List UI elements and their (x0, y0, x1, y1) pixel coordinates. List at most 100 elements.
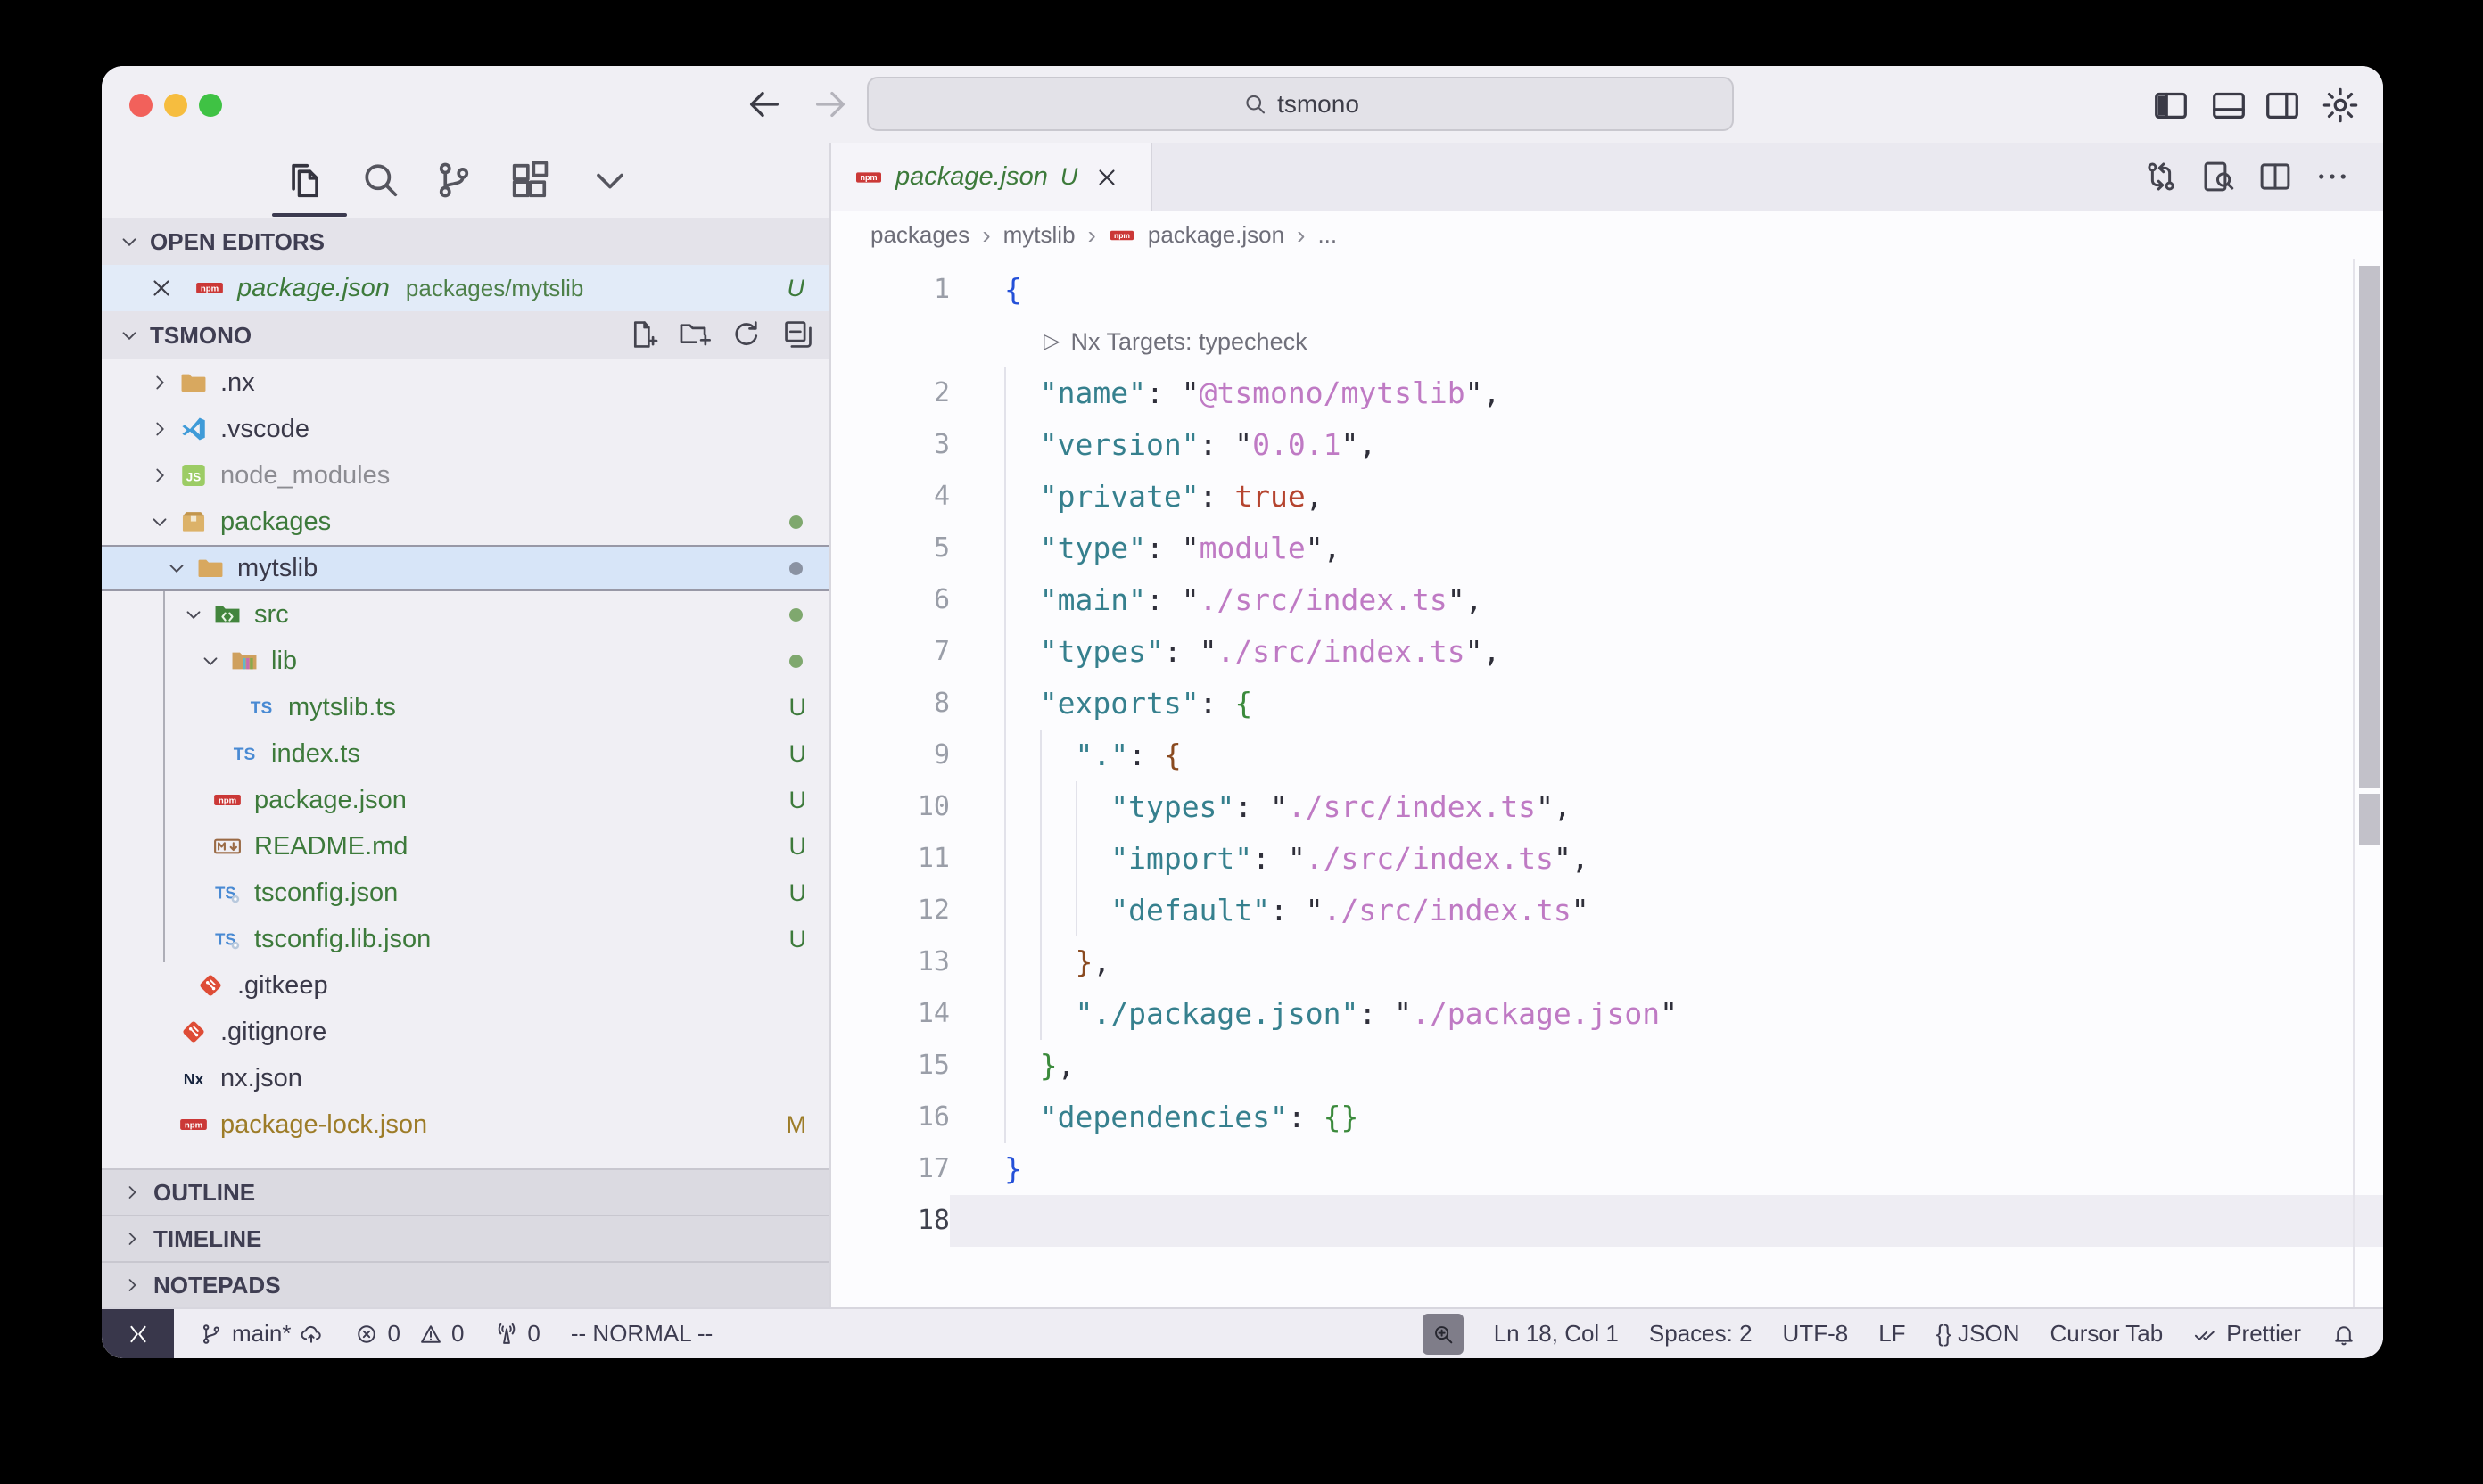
open-editor-item-package.json[interactable]: npm package.json packages/mytslib U (102, 265, 829, 311)
status-language-mode[interactable]: {} JSON (1936, 1320, 2020, 1348)
code-line-8[interactable]: 8 "exports": { (831, 678, 2383, 730)
tree-item-src[interactable]: src (102, 591, 829, 638)
activity-item-views-more[interactable] (587, 157, 633, 203)
chevron-down-icon[interactable] (199, 649, 222, 672)
status-zoom-indicator[interactable] (1423, 1314, 1464, 1355)
new-file-icon[interactable] (626, 317, 660, 351)
tree-item-mytslib[interactable]: mytslib (102, 545, 829, 591)
status-vim-mode[interactable]: -- NORMAL -- (571, 1320, 713, 1348)
tree-item-tsconfig.json[interactable]: TStsconfig.jsonU (102, 870, 829, 916)
search-icon (1242, 91, 1268, 118)
code-line-3[interactable]: 3 "version": "0.0.1", (831, 419, 2383, 471)
code-line-15[interactable]: 15 }, (831, 1040, 2383, 1092)
code-line-16[interactable]: 16 "dependencies": {} (831, 1092, 2383, 1143)
back-button[interactable] (744, 84, 785, 125)
tree-item-mytslib.ts[interactable]: TSmytslib.tsU (102, 684, 829, 730)
collapse-folders-icon[interactable] (781, 317, 815, 351)
code-line-18[interactable]: 18 (831, 1195, 2383, 1247)
toggle-primary-sidebar-icon[interactable] (2150, 85, 2191, 126)
tree-item-.nx[interactable]: .nx (102, 359, 829, 406)
code-editor[interactable]: 1{▷Nx Targets: typecheck2 "name": "@tsmo… (831, 259, 2383, 1307)
close-window-button[interactable] (129, 94, 153, 117)
status-git-branch[interactable]: main* (199, 1320, 324, 1348)
toggle-panel-icon[interactable] (2208, 85, 2249, 126)
status-cursor-tab[interactable]: Cursor Tab (2050, 1320, 2164, 1348)
tree-item-index.ts[interactable]: TSindex.tsU (102, 730, 829, 777)
tree-item-lib[interactable]: lib (102, 638, 829, 684)
chevron-down-icon[interactable] (148, 510, 171, 533)
code-line-10[interactable]: 10 "types": "./src/index.ts", (831, 781, 2383, 833)
search-editor-icon[interactable] (2199, 158, 2237, 195)
status-eol[interactable]: LF (1878, 1320, 1905, 1348)
tab-package.json[interactable]: npm package.json U (831, 143, 1152, 211)
tree-item-packages[interactable]: packages (102, 499, 829, 545)
tree-item-node_modules[interactable]: JSnode_modules (102, 452, 829, 499)
code-line-13[interactable]: 13 }, (831, 936, 2383, 988)
breadcrumb-item-mytslib[interactable]: mytslib (1003, 221, 1076, 249)
close-icon[interactable] (148, 275, 175, 301)
chevron-down-icon[interactable] (182, 603, 205, 626)
code-line-14[interactable]: 14 "./package.json": "./package.json" (831, 988, 2383, 1040)
breadcrumb-item-...[interactable]: ... (1317, 221, 1337, 249)
zoom-window-button[interactable] (199, 94, 222, 117)
new-folder-icon[interactable] (678, 317, 712, 351)
tree-item-package.json[interactable]: npmpackage.jsonU (102, 777, 829, 823)
code-line-7[interactable]: 7 "types": "./src/index.ts", (831, 626, 2383, 678)
code-line-1[interactable]: 1{ (831, 264, 2383, 316)
scrollbar-thumb[interactable] (2359, 266, 2380, 788)
activity-item-source-control[interactable] (431, 157, 477, 203)
section-header-timeline[interactable]: TIMELINE (102, 1215, 829, 1261)
status-notifications[interactable] (2331, 1322, 2356, 1347)
chevron-right-icon[interactable] (148, 371, 171, 394)
close-tab-icon[interactable] (1093, 164, 1120, 191)
status-cursor-position[interactable]: Ln 18, Col 1 (1494, 1320, 1619, 1348)
code-line-17[interactable]: 17} (831, 1143, 2383, 1195)
code-line-4[interactable]: 4 "private": true, (831, 471, 2383, 523)
tree-item-.gitkeep[interactable]: .gitkeep (102, 962, 829, 1009)
open-changes-icon[interactable] (2142, 158, 2180, 195)
code-line-11[interactable]: 11 "import": "./src/index.ts", (831, 833, 2383, 885)
forward-button[interactable] (810, 84, 851, 125)
code-line-5[interactable]: 5 "type": "module", (831, 523, 2383, 574)
tree-item-package-lock.json[interactable]: npmpackage-lock.jsonM (102, 1101, 829, 1148)
command-center-search[interactable]: tsmono (867, 77, 1734, 131)
breadcrumb-item-packages[interactable]: packages (870, 221, 969, 249)
chevron-down-icon[interactable] (165, 556, 188, 580)
editor-scrollbar[interactable] (2353, 259, 2383, 1307)
tree-item-README.md[interactable]: README.mdU (102, 823, 829, 870)
codelens-nx-targets[interactable]: ▷Nx Targets: typecheck (831, 316, 2383, 367)
activity-item-explorer[interactable] (281, 157, 327, 203)
activity-item-search[interactable] (357, 157, 403, 203)
status-formatter[interactable]: Prettier (2193, 1320, 2301, 1348)
status-remote-indicator[interactable] (102, 1309, 174, 1358)
code-line-9[interactable]: 9 ".": { (831, 730, 2383, 781)
section-header-notepads[interactable]: NOTEPADS (102, 1261, 829, 1307)
tree-item-nx.json[interactable]: Nxnx.json (102, 1055, 829, 1101)
activity-item-extensions[interactable] (507, 157, 553, 203)
open-editors-header[interactable]: OPEN EDITORS (102, 218, 829, 265)
code-line-6[interactable]: 6 "main": "./src/index.ts", (831, 574, 2383, 626)
tree-item-tsconfig.lib.json[interactable]: TStsconfig.lib.jsonU (102, 916, 829, 962)
refresh-explorer-icon[interactable] (730, 317, 763, 351)
chevron-right-icon[interactable] (148, 417, 171, 441)
toggle-secondary-sidebar-icon[interactable] (2262, 85, 2303, 126)
nx-file-icon: Nx (178, 1063, 209, 1093)
svg-text:Nx: Nx (184, 1070, 204, 1088)
tree-item-.gitignore[interactable]: .gitignore (102, 1009, 829, 1055)
code-line-12[interactable]: 12 "default": "./src/index.ts" (831, 885, 2383, 936)
more-actions-icon[interactable] (2314, 158, 2351, 195)
status-encoding[interactable]: UTF-8 (1783, 1320, 1849, 1348)
status-indentation[interactable]: Spaces: 2 (1649, 1320, 1753, 1348)
settings-gear-icon[interactable] (2320, 85, 2361, 126)
explorer-section-header[interactable]: TSMONO (102, 311, 829, 359)
breadcrumb-item-package.json[interactable]: package.json (1148, 221, 1284, 249)
status-ports[interactable]: 0 (494, 1320, 540, 1348)
minimize-window-button[interactable] (164, 94, 187, 117)
split-editor-icon[interactable] (2256, 158, 2294, 195)
code-line-2[interactable]: 2 "name": "@tsmono/mytslib", (831, 367, 2383, 419)
chevron-right-icon[interactable] (148, 464, 171, 487)
scrollbar-thumb[interactable] (2359, 794, 2380, 845)
tree-item-.vscode[interactable]: .vscode (102, 406, 829, 452)
section-header-outline[interactable]: OUTLINE (102, 1168, 829, 1215)
status-problems[interactable]: 00 (354, 1320, 464, 1348)
